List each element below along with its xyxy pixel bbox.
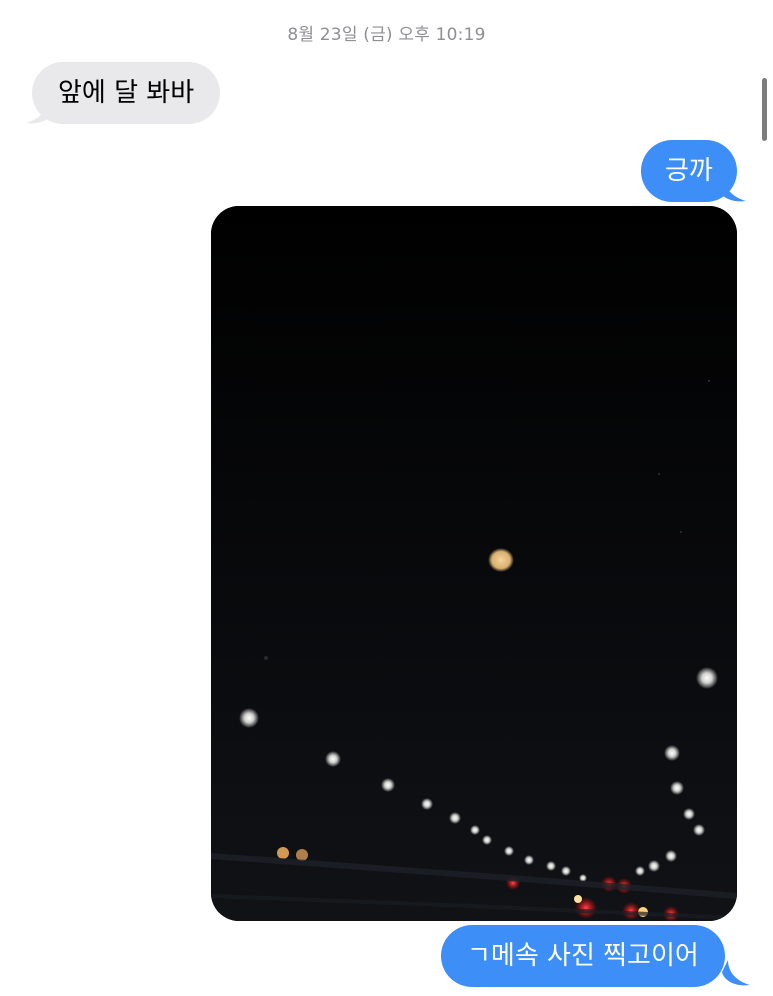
scrollbar[interactable] <box>762 78 767 141</box>
outgoing-bubble-tail <box>722 960 750 986</box>
timestamp: 8월 23일 (금) 오후 10:19 <box>287 25 486 45</box>
incoming-message-bubble[interactable]: 앞에 달 봐바 <box>32 62 221 124</box>
photo-message[interactable] <box>211 206 737 921</box>
moon-night-highway-photo <box>211 206 737 921</box>
outgoing-message-bubble[interactable]: 긍까 <box>641 140 737 202</box>
outgoing-message-bubble[interactable]: ㄱ메속 사진 찍고이어 <box>441 925 725 987</box>
moon <box>488 548 514 572</box>
